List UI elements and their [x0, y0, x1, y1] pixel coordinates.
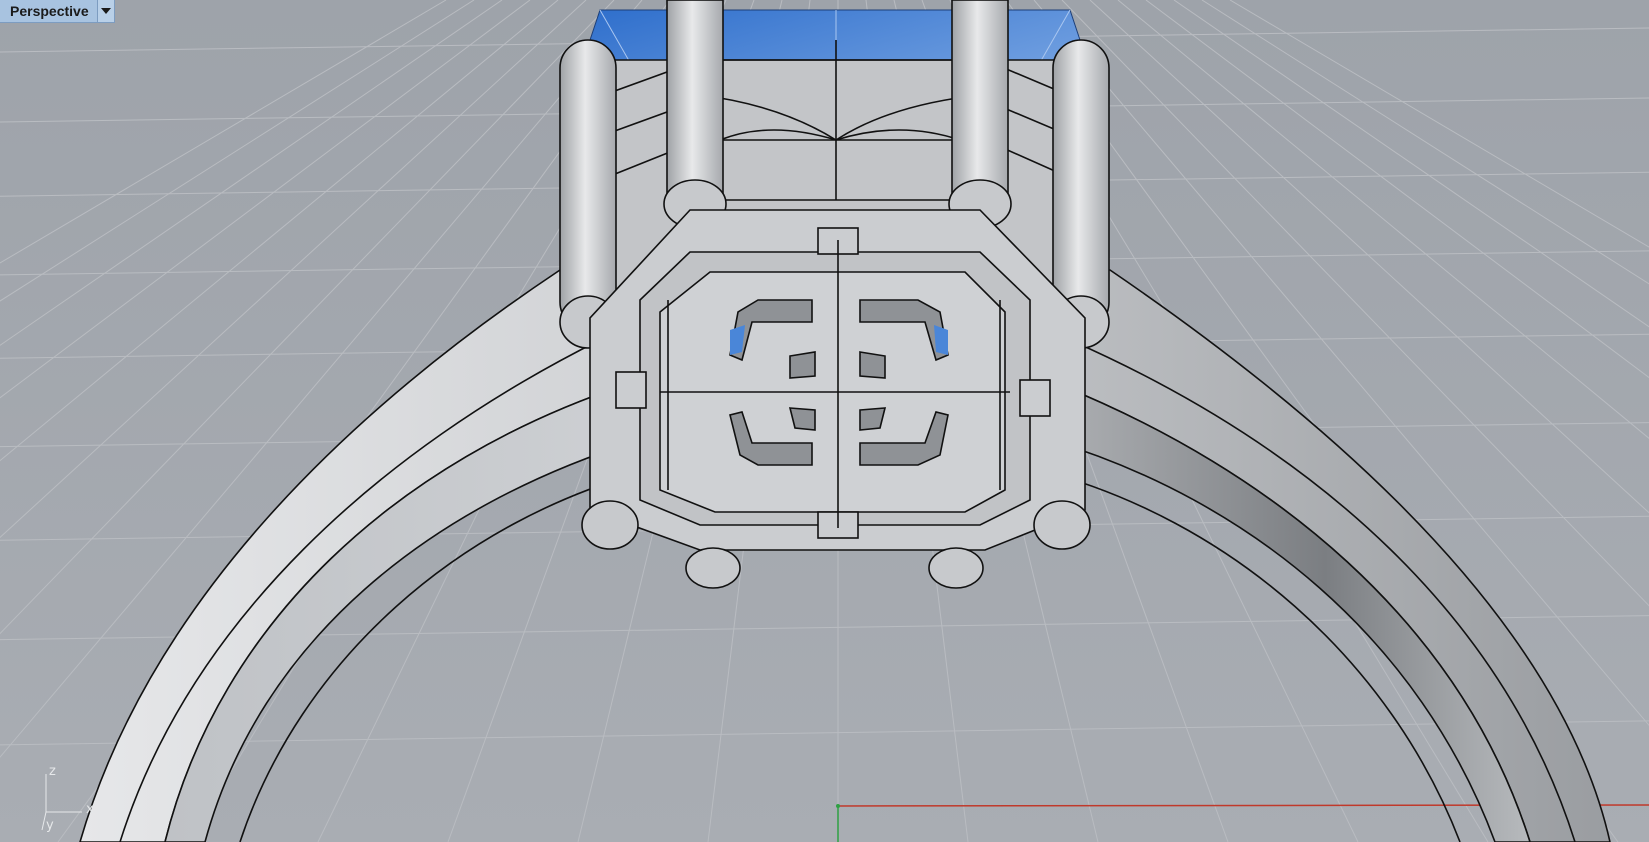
axis-z-label: z — [49, 764, 56, 779]
chevron-down-icon — [100, 8, 111, 14]
viewport-title-tab[interactable]: Perspective — [0, 0, 115, 23]
axis-x-label: x — [86, 802, 94, 817]
world-origin — [836, 804, 840, 808]
prong-center-left — [663, 0, 727, 229]
viewport-menu-button[interactable] — [96, 0, 114, 22]
viewport-name-label[interactable]: Perspective — [0, 0, 97, 22]
ring-3d-model[interactable] — [0, 0, 1649, 842]
axes-widget: z x y — [36, 764, 106, 834]
perspective-viewport[interactable]: Perspective z x y — [0, 0, 1649, 842]
prong-center-right — [948, 0, 1012, 229]
axis-y-label: y — [46, 818, 54, 833]
